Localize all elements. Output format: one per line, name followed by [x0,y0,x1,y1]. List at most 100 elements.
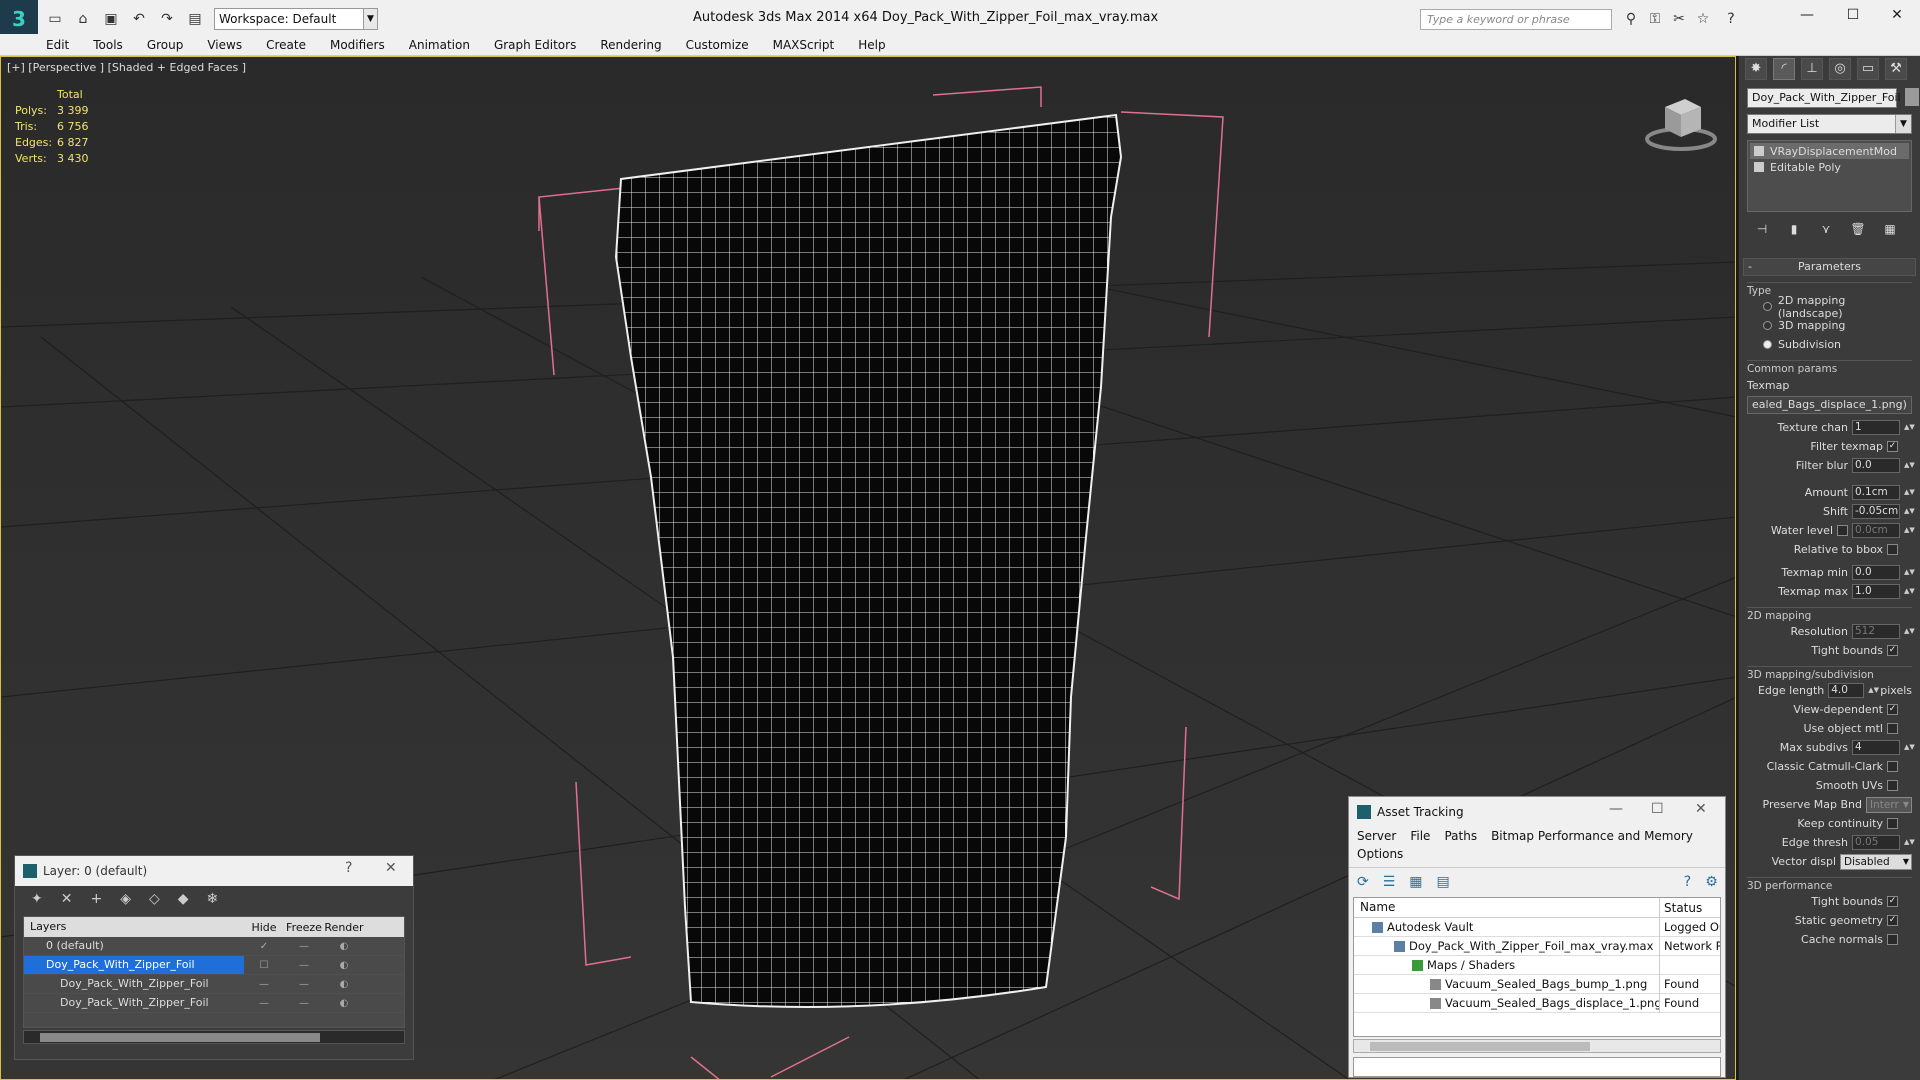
horizontal-scrollbar[interactable] [23,1030,405,1044]
spinner-arrows-icon[interactable]: ▲▼ [1868,687,1879,694]
amount-spinner[interactable]: 0.1cm [1852,485,1900,500]
spinner-arrows-icon[interactable]: ▲▼ [1904,508,1915,515]
minimize-button[interactable]: — [1609,801,1623,817]
preserve-map-dropdown[interactable]: Interr ▼ [1866,796,1912,813]
save-file-icon[interactable]: ▣ [100,8,122,30]
project-folder-icon[interactable]: ▤ [184,8,206,30]
app-logo[interactable]: 3 [0,0,38,38]
spinner-arrows-icon[interactable]: ▲▼ [1904,462,1915,469]
keep-continuity-checkbox[interactable] [1887,818,1898,829]
expand-plus-icon[interactable] [1754,162,1764,172]
modifier-list-dropdown[interactable]: Modifier List ▼ [1747,114,1912,134]
stack-item-vray-displacement[interactable]: VRayDisplacementMod [1750,143,1909,159]
motion-tab-icon[interactable]: ◎ [1829,58,1851,80]
relative-bbox-checkbox[interactable] [1887,544,1898,555]
object-name-field[interactable]: Doy_Pack_With_Zipper_Foil [1747,88,1901,108]
refresh-icon[interactable]: ⟳ [1357,874,1369,890]
texture-chan-spinner[interactable]: 1 [1852,420,1900,435]
table-row[interactable]: Doy_Pack_With_Zipper_Foil_max_vray.max N… [1354,936,1720,956]
layer-object-name[interactable]: Doy_Pack_With_Zipper_Foil [24,994,244,1012]
spinner-arrows-icon[interactable]: ▲▼ [1904,839,1915,846]
col-status[interactable]: Status [1660,901,1720,915]
filter-texmap-checkbox[interactable]: ✓ [1887,441,1898,452]
water-level-spinner[interactable]: 0.0cm [1852,523,1900,538]
static-geometry-checkbox[interactable]: ✓ [1887,915,1898,926]
binoculars-icon[interactable]: ⚲ [1622,10,1640,28]
table-row[interactable]: Doy_Pack_With_Zipper_Foil — — ◐ [24,994,404,1013]
col-hide[interactable]: Hide [244,921,284,934]
vector-displ-dropdown[interactable]: Disabled ▼ [1840,853,1912,870]
render-toggle[interactable]: ◐ [324,998,364,1009]
freeze-all-icon[interactable]: ❄ [207,891,219,907]
horizontal-scrollbar[interactable] [1353,1039,1721,1053]
menu-maxscript[interactable]: MAXScript [773,38,835,52]
open-file-icon[interactable]: ⌂ [72,8,94,30]
table-row[interactable]: Doy_Pack_With_Zipper_Foil — — ◐ [24,975,404,994]
edge-thresh-spinner[interactable]: 0.05 [1852,835,1900,850]
render-toggle[interactable]: ◐ [324,941,364,952]
utilities-tab-icon[interactable]: ⚒ [1885,58,1907,80]
texmap-button[interactable]: ealed_Bags_displace_1.png) [1747,396,1912,414]
menu-animation[interactable]: Animation [409,38,470,52]
menu-modifiers[interactable]: Modifiers [330,38,385,52]
stack-item-editable-poly[interactable]: Editable Poly [1750,159,1909,175]
key-icon[interactable]: ⚿ [1646,10,1664,28]
table-view-icon[interactable]: ▤ [1437,874,1450,890]
filter-blur-spinner[interactable]: 0.0 [1852,458,1900,473]
tools-icon[interactable]: ✂ [1670,10,1688,28]
viewcube-icon[interactable] [1641,87,1721,157]
minimize-button[interactable]: — [1784,0,1830,32]
asset-menu-paths[interactable]: Paths [1444,829,1477,843]
hide-toggle[interactable]: ☐ [244,960,284,971]
shift-spinner[interactable]: -0.05cm [1852,504,1900,519]
layer-name[interactable]: 0 (default) [24,937,244,955]
radio-subdivision[interactable]: Subdivision [1763,335,1912,354]
settings-icon[interactable]: ⚙ [1705,874,1718,890]
hierarchy-tab-icon[interactable]: ⊥ [1801,58,1823,80]
show-end-result-icon[interactable]: ▮ [1785,222,1803,240]
water-level-checkbox[interactable] [1837,525,1848,536]
create-tab-icon[interactable]: ✸ [1745,58,1767,80]
asset-menu-options[interactable]: Options [1357,847,1403,861]
menu-rendering[interactable]: Rendering [600,38,661,52]
viewport-label[interactable]: [+] [Perspective ] [Shaded + Edged Faces… [7,61,246,74]
radio-2d-mapping[interactable]: 2D mapping (landscape) [1763,294,1912,320]
chevron-down-icon[interactable]: ▼ [364,8,378,30]
table-row[interactable]: 0 (default) ✓ — ◐ [24,937,404,956]
freeze-toggle[interactable]: — [284,941,324,952]
menu-help[interactable]: Help [858,38,885,52]
edge-length-spinner[interactable]: 4.0 [1828,683,1865,698]
table-row[interactable]: Vacuum_Sealed_Bags_bump_1.png Found [1354,974,1720,994]
lightbulb-icon[interactable] [1754,146,1764,156]
asset-menu-server[interactable]: Server [1357,829,1396,843]
help-icon[interactable]: ? [345,860,352,876]
table-row[interactable]: Vacuum_Sealed_Bags_displace_1.png Found [1354,993,1720,1013]
highlight-layer-icon[interactable]: ◇ [149,891,160,907]
hide-toggle[interactable]: — [244,979,284,990]
close-button[interactable]: ✕ [1874,0,1920,32]
select-objects-icon[interactable]: ◈ [120,891,131,907]
asset-dialog-titlebar[interactable]: Asset Tracking — ☐ ✕ [1349,797,1725,827]
menu-customize[interactable]: Customize [686,38,749,52]
help-icon[interactable]: ? [1684,874,1691,890]
freeze-toggle[interactable]: — [284,998,324,1009]
layer-name[interactable]: Doy_Pack_With_Zipper_Foil [24,956,244,974]
spinner-arrows-icon[interactable]: ▲▼ [1904,744,1915,751]
menu-views[interactable]: Views [207,38,242,52]
maximize-button[interactable]: ☐ [1651,801,1664,817]
close-icon[interactable]: ✕ [1695,801,1707,817]
menu-tools[interactable]: Tools [93,38,123,52]
spinner-arrows-icon[interactable]: ▲▼ [1904,569,1915,576]
delete-layer-icon[interactable]: ✕ [61,891,73,907]
hide-all-icon[interactable]: ◆ [178,891,189,907]
asset-path-field[interactable] [1353,1057,1721,1077]
render-toggle[interactable]: ◐ [324,979,364,990]
tight-bounds-2d-checkbox[interactable]: ✓ [1887,645,1898,656]
smooth-uvs-checkbox[interactable] [1887,780,1898,791]
use-object-mtl-checkbox[interactable] [1887,723,1898,734]
spinner-arrows-icon[interactable]: ▲▼ [1904,628,1915,635]
table-row[interactable]: Maps / Shaders [1354,955,1720,975]
col-freeze[interactable]: Freeze [284,921,324,934]
texmap-min-spinner[interactable]: 0.0 [1852,565,1900,580]
object-color-swatch[interactable] [1905,88,1919,106]
